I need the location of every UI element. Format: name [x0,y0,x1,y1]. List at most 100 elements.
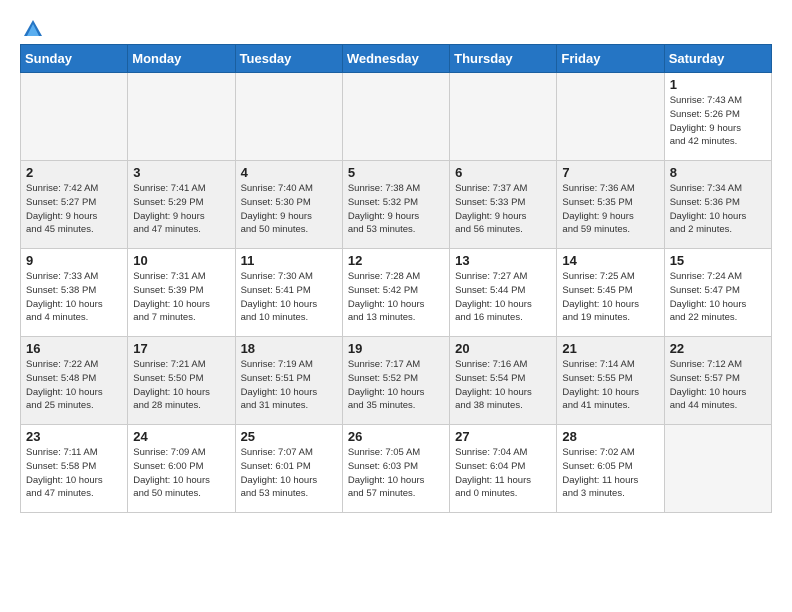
calendar-cell [664,425,771,513]
calendar-cell: 21 Sunrise: 7:14 AM Sunset: 5:55 PM Dayli… [557,337,664,425]
day-info: Sunrise: 7:12 AM Sunset: 5:57 PM Dayligh… [670,358,766,413]
day-number: 4 [241,165,337,180]
calendar-cell: 1 Sunrise: 7:43 AM Sunset: 5:26 PM Daylig… [664,73,771,161]
logo [20,18,44,36]
calendar-cell: 19 Sunrise: 7:17 AM Sunset: 5:52 PM Dayli… [342,337,449,425]
calendar-cell: 2 Sunrise: 7:42 AM Sunset: 5:27 PM Daylig… [21,161,128,249]
logo-icon [22,18,44,42]
day-info: Sunrise: 7:04 AM Sunset: 6:04 PM Dayligh… [455,446,551,501]
day-info: Sunrise: 7:14 AM Sunset: 5:55 PM Dayligh… [562,358,658,413]
calendar-cell [235,73,342,161]
calendar-cell: 5 Sunrise: 7:38 AM Sunset: 5:32 PM Daylig… [342,161,449,249]
calendar-cell: 13 Sunrise: 7:27 AM Sunset: 5:44 PM Dayli… [450,249,557,337]
calendar-week-row: 1 Sunrise: 7:43 AM Sunset: 5:26 PM Daylig… [21,73,772,161]
header [20,18,772,36]
calendar-cell: 20 Sunrise: 7:16 AM Sunset: 5:54 PM Dayli… [450,337,557,425]
day-info: Sunrise: 7:17 AM Sunset: 5:52 PM Dayligh… [348,358,444,413]
day-number: 21 [562,341,658,356]
day-number: 13 [455,253,551,268]
day-number: 8 [670,165,766,180]
day-number: 7 [562,165,658,180]
weekday-header-row: SundayMondayTuesdayWednesdayThursdayFrid… [21,45,772,73]
day-number: 9 [26,253,122,268]
day-info: Sunrise: 7:19 AM Sunset: 5:51 PM Dayligh… [241,358,337,413]
calendar-cell: 7 Sunrise: 7:36 AM Sunset: 5:35 PM Daylig… [557,161,664,249]
calendar-cell: 6 Sunrise: 7:37 AM Sunset: 5:33 PM Daylig… [450,161,557,249]
calendar-cell: 25Sunrise: 7:07 AM Sunset: 6:01 PM Dayli… [235,425,342,513]
day-info: Sunrise: 7:27 AM Sunset: 5:44 PM Dayligh… [455,270,551,325]
day-info: Sunrise: 7:38 AM Sunset: 5:32 PM Dayligh… [348,182,444,237]
calendar-cell: 3Sunrise: 7:41 AM Sunset: 5:29 PM Daylig… [128,161,235,249]
calendar-cell: 18 Sunrise: 7:19 AM Sunset: 5:51 PM Dayli… [235,337,342,425]
day-info: Sunrise: 7:36 AM Sunset: 5:35 PM Dayligh… [562,182,658,237]
day-info: Sunrise: 7:33 AM Sunset: 5:38 PM Dayligh… [26,270,122,325]
day-info: Sunrise: 7:43 AM Sunset: 5:26 PM Dayligh… [670,94,766,149]
day-number: 23 [26,429,122,444]
weekday-header-tuesday: Tuesday [235,45,342,73]
calendar-cell: 23 Sunrise: 7:11 AM Sunset: 5:58 PM Dayli… [21,425,128,513]
calendar-cell: 4 Sunrise: 7:40 AM Sunset: 5:30 PM Daylig… [235,161,342,249]
day-number: 2 [26,165,122,180]
calendar-cell: 12 Sunrise: 7:28 AM Sunset: 5:42 PM Dayli… [342,249,449,337]
day-number: 1 [670,77,766,92]
weekday-header-monday: Monday [128,45,235,73]
calendar-week-row: 9 Sunrise: 7:33 AM Sunset: 5:38 PM Daylig… [21,249,772,337]
day-number: 5 [348,165,444,180]
calendar-cell: 22 Sunrise: 7:12 AM Sunset: 5:57 PM Dayli… [664,337,771,425]
day-number: 3 [133,165,229,180]
day-info: Sunrise: 7:16 AM Sunset: 5:54 PM Dayligh… [455,358,551,413]
calendar-cell: 17 Sunrise: 7:21 AM Sunset: 5:50 PM Dayli… [128,337,235,425]
day-info: Sunrise: 7:24 AM Sunset: 5:47 PM Dayligh… [670,270,766,325]
calendar-week-row: 16Sunrise: 7:22 AM Sunset: 5:48 PM Dayli… [21,337,772,425]
day-number: 6 [455,165,551,180]
day-number: 18 [241,341,337,356]
day-number: 24 [133,429,229,444]
weekday-header-wednesday: Wednesday [342,45,449,73]
day-info: Sunrise: 7:28 AM Sunset: 5:42 PM Dayligh… [348,270,444,325]
day-info: Sunrise: 7:34 AM Sunset: 5:36 PM Dayligh… [670,182,766,237]
day-info: Sunrise: 7:11 AM Sunset: 5:58 PM Dayligh… [26,446,122,501]
calendar-cell [128,73,235,161]
calendar-cell: 28 Sunrise: 7:02 AM Sunset: 6:05 PM Dayli… [557,425,664,513]
calendar-cell [342,73,449,161]
day-info: Sunrise: 7:25 AM Sunset: 5:45 PM Dayligh… [562,270,658,325]
calendar-cell: 27 Sunrise: 7:04 AM Sunset: 6:04 PM Dayli… [450,425,557,513]
day-number: 14 [562,253,658,268]
day-number: 15 [670,253,766,268]
day-info: Sunrise: 7:40 AM Sunset: 5:30 PM Dayligh… [241,182,337,237]
day-number: 20 [455,341,551,356]
day-number: 10 [133,253,229,268]
calendar-cell: 9 Sunrise: 7:33 AM Sunset: 5:38 PM Daylig… [21,249,128,337]
weekday-header-saturday: Saturday [664,45,771,73]
day-info: Sunrise: 7:21 AM Sunset: 5:50 PM Dayligh… [133,358,229,413]
page: SundayMondayTuesdayWednesdayThursdayFrid… [0,0,792,523]
day-info: Sunrise: 7:31 AM Sunset: 5:39 PM Dayligh… [133,270,229,325]
day-number: 27 [455,429,551,444]
calendar-cell: 15 Sunrise: 7:24 AM Sunset: 5:47 PM Dayli… [664,249,771,337]
calendar-cell [450,73,557,161]
day-info: Sunrise: 7:37 AM Sunset: 5:33 PM Dayligh… [455,182,551,237]
calendar-cell: 8 Sunrise: 7:34 AM Sunset: 5:36 PM Daylig… [664,161,771,249]
day-info: Sunrise: 7:30 AM Sunset: 5:41 PM Dayligh… [241,270,337,325]
calendar-cell: 26 Sunrise: 7:05 AM Sunset: 6:03 PM Dayli… [342,425,449,513]
day-number: 22 [670,341,766,356]
weekday-header-thursday: Thursday [450,45,557,73]
day-number: 28 [562,429,658,444]
day-number: 11 [241,253,337,268]
calendar-cell: 14 Sunrise: 7:25 AM Sunset: 5:45 PM Dayli… [557,249,664,337]
day-number: 17 [133,341,229,356]
calendar: SundayMondayTuesdayWednesdayThursdayFrid… [20,44,772,513]
calendar-week-row: 23 Sunrise: 7:11 AM Sunset: 5:58 PM Dayli… [21,425,772,513]
day-info: Sunrise: 7:22 AM Sunset: 5:48 PM Dayligh… [26,358,122,413]
calendar-cell: 10 Sunrise: 7:31 AM Sunset: 5:39 PM Dayli… [128,249,235,337]
day-info: Sunrise: 7:02 AM Sunset: 6:05 PM Dayligh… [562,446,658,501]
day-info: Sunrise: 7:05 AM Sunset: 6:03 PM Dayligh… [348,446,444,501]
day-number: 19 [348,341,444,356]
day-number: 12 [348,253,444,268]
weekday-header-friday: Friday [557,45,664,73]
day-info: Sunrise: 7:09 AM Sunset: 6:00 PM Dayligh… [133,446,229,501]
calendar-cell: 24 Sunrise: 7:09 AM Sunset: 6:00 PM Dayli… [128,425,235,513]
day-info: Sunrise: 7:42 AM Sunset: 5:27 PM Dayligh… [26,182,122,237]
day-number: 26 [348,429,444,444]
day-info: Sunrise: 7:07 AM Sunset: 6:01 PM Dayligh… [241,446,337,501]
